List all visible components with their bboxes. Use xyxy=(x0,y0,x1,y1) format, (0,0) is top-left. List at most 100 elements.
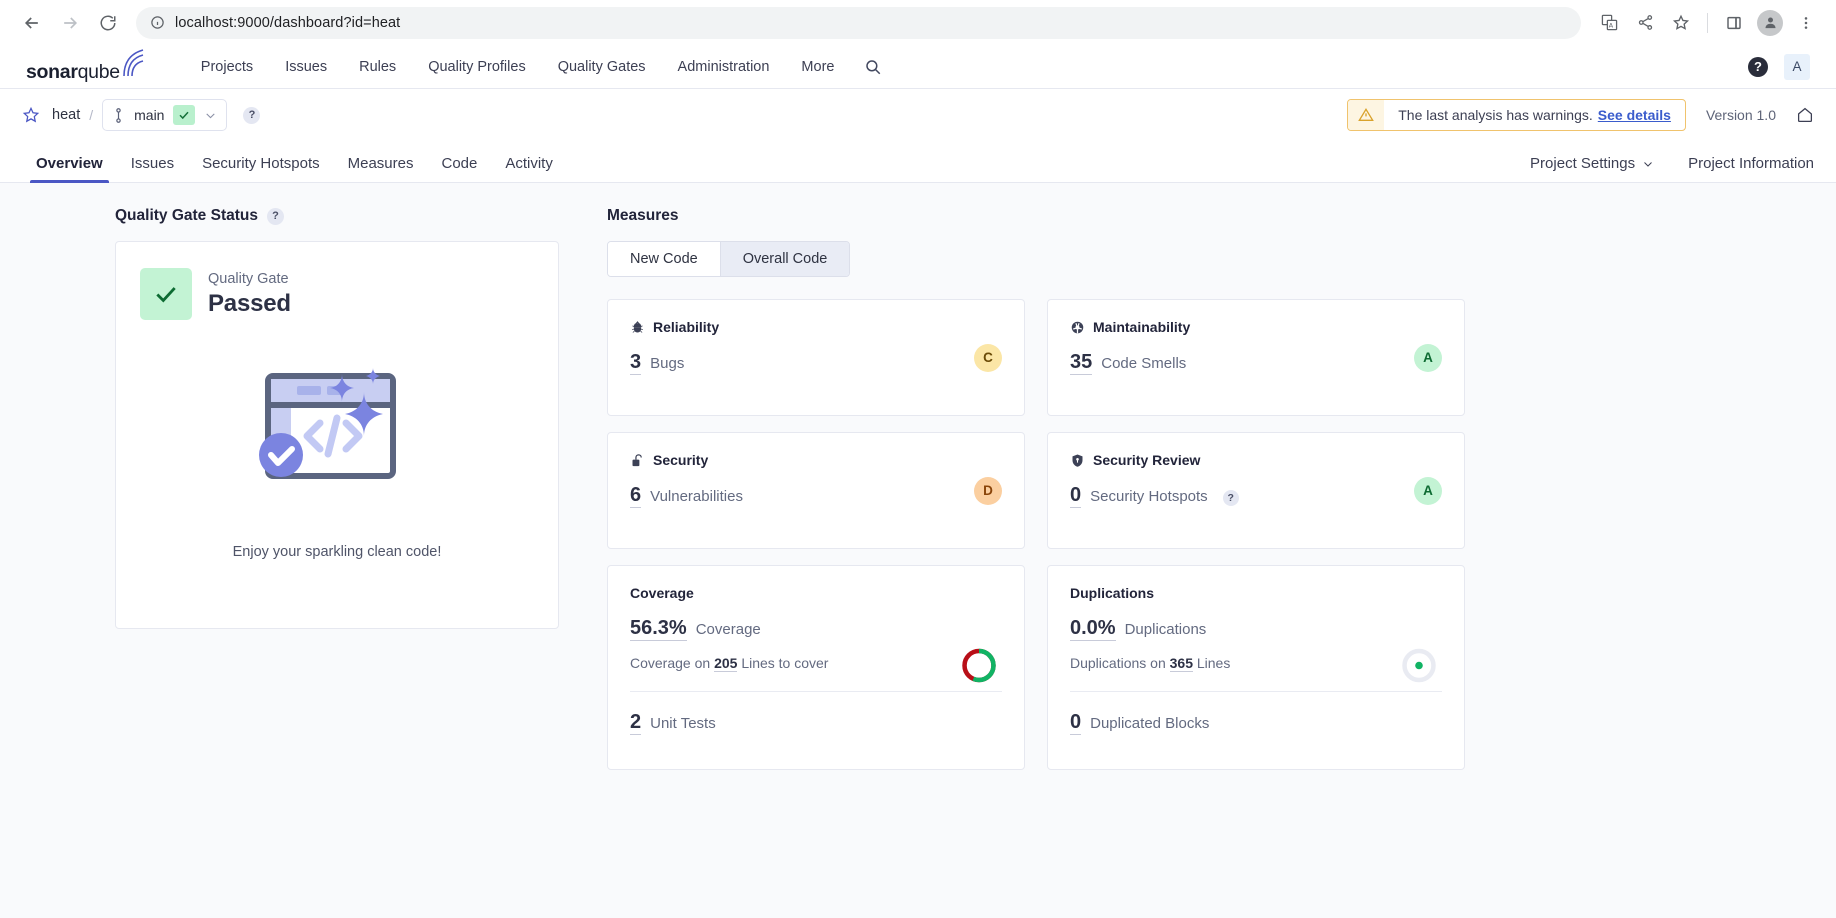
security-card[interactable]: Security 6 Vulnerabilities D xyxy=(607,432,1025,549)
bugs-label: Bugs xyxy=(650,355,684,372)
chevron-down-icon[interactable] xyxy=(204,109,217,122)
duplications-lines-sub: Duplications on 365 Lines xyxy=(1070,655,1442,671)
warning-message: The last analysis has warnings. xyxy=(1398,107,1593,123)
security-review-title: Security Review xyxy=(1070,452,1442,468)
nav-item-quality-gates[interactable]: Quality Gates xyxy=(542,45,662,89)
duplications-lines-count[interactable]: 365 xyxy=(1170,655,1193,672)
breadcrumb-separator: / xyxy=(89,107,93,123)
translate-icon[interactable]: A xyxy=(1593,7,1625,39)
global-nav-right: ? A xyxy=(1748,54,1810,80)
security-hotspots-help-icon[interactable]: ? xyxy=(1223,490,1239,506)
measures-section-title: Measures xyxy=(607,207,1814,225)
tab-code[interactable]: Code xyxy=(427,155,491,182)
project-information-link[interactable]: Project Information xyxy=(1688,155,1814,172)
favorite-star-icon[interactable] xyxy=(22,106,40,124)
branch-help-icon[interactable]: ? xyxy=(243,107,260,124)
measures-column: Measures New Code Overall Code Reliabili… xyxy=(602,207,1814,770)
unit-tests-label: Unit Tests xyxy=(650,715,716,732)
quality-gate-section-title: Quality Gate Status ? xyxy=(115,207,602,225)
security-review-title-text: Security Review xyxy=(1093,452,1200,468)
sonarqube-logo[interactable]: sonarqube xyxy=(26,49,147,84)
branch-selector[interactable]: main xyxy=(102,99,227,131)
quality-gate-column: Quality Gate Status ? Quality Gate Passe… xyxy=(22,207,602,770)
security-hotspots-count[interactable]: 0 xyxy=(1070,483,1081,508)
back-arrow-icon[interactable] xyxy=(14,5,50,41)
reliability-card[interactable]: Reliability 3 Bugs C xyxy=(607,299,1025,416)
warning-text-group: The last analysis has warnings. See deta… xyxy=(1384,100,1685,130)
help-icon[interactable]: ? xyxy=(1748,57,1768,77)
tab-bar-right: Project Settings Project Information xyxy=(1530,155,1814,182)
maintainability-title-text: Maintainability xyxy=(1093,319,1190,335)
duplications-percent[interactable]: 0.0% xyxy=(1070,616,1116,641)
nav-item-issues[interactable]: Issues xyxy=(269,45,343,89)
new-code-toggle-button[interactable]: New Code xyxy=(608,242,720,276)
branch-name: main xyxy=(134,107,164,123)
nav-item-quality-profiles[interactable]: Quality Profiles xyxy=(412,45,542,89)
branch-icon xyxy=(112,108,125,123)
maintainability-card[interactable]: Maintainability 35 Code Smells A xyxy=(1047,299,1465,416)
site-info-icon[interactable] xyxy=(150,15,165,30)
logo-thin-text: qube xyxy=(78,61,120,83)
bugs-count[interactable]: 3 xyxy=(630,350,641,375)
forward-arrow-icon[interactable] xyxy=(52,5,88,41)
tab-security-hotspots[interactable]: Security Hotspots xyxy=(188,155,334,182)
project-breadcrumb-bar: heat / main ? The last analysis has warn… xyxy=(0,89,1836,141)
unit-tests-count[interactable]: 2 xyxy=(630,710,641,735)
quality-gate-status-header: Quality Gate Passed xyxy=(140,268,534,320)
overview-page: Quality Gate Status ? Quality Gate Passe… xyxy=(0,183,1836,918)
maintainability-rating-badge: A xyxy=(1414,344,1442,372)
coverage-lines-sub: Coverage on 205 Lines to cover xyxy=(630,655,1002,671)
logo-bold-text: sonar xyxy=(26,61,78,83)
tab-issues[interactable]: Issues xyxy=(117,155,188,182)
code-smells-count[interactable]: 35 xyxy=(1070,350,1092,375)
security-review-card[interactable]: Security Review 0 Security Hotspots ? A xyxy=(1047,432,1465,549)
address-bar[interactable]: localhost:9000/dashboard?id=heat xyxy=(136,7,1581,39)
warning-triangle-icon xyxy=(1348,100,1384,130)
maintainability-value-row: 35 Code Smells xyxy=(1070,350,1442,375)
vulnerabilities-count[interactable]: 6 xyxy=(630,483,641,508)
quality-gate-status: Passed xyxy=(208,290,291,318)
three-dot-menu-icon[interactable] xyxy=(1790,7,1822,39)
browser-toolbar: localhost:9000/dashboard?id=heat A xyxy=(0,0,1836,45)
coverage-divider xyxy=(630,691,1002,692)
user-avatar[interactable]: A xyxy=(1784,54,1810,80)
profile-avatar-icon[interactable] xyxy=(1754,7,1786,39)
coverage-percent[interactable]: 56.3% xyxy=(630,616,687,641)
tab-overview[interactable]: Overview xyxy=(22,155,117,182)
nav-item-administration[interactable]: Administration xyxy=(662,45,786,89)
quality-gate-card: Quality Gate Passed xyxy=(115,241,559,629)
quality-gate-help-icon[interactable]: ? xyxy=(267,208,284,225)
url-text: localhost:9000/dashboard?id=heat xyxy=(175,15,400,31)
nav-item-projects[interactable]: Projects xyxy=(185,45,269,89)
tab-measures[interactable]: Measures xyxy=(334,155,428,182)
reliability-value-row: 3 Bugs xyxy=(630,350,1002,375)
share-icon[interactable] xyxy=(1629,7,1661,39)
duplications-divider xyxy=(1070,691,1442,692)
nav-item-rules[interactable]: Rules xyxy=(343,45,412,89)
sonarqube-global-nav: sonarqube Projects Issues Rules Quality … xyxy=(0,45,1836,89)
overview-columns: Quality Gate Status ? Quality Gate Passe… xyxy=(0,207,1836,770)
tab-activity[interactable]: Activity xyxy=(491,155,567,182)
analysis-warning-banner: The last analysis has warnings. See deta… xyxy=(1347,99,1686,131)
nav-item-more[interactable]: More xyxy=(785,45,850,89)
code-smell-icon xyxy=(1070,320,1085,335)
coverage-card[interactable]: Coverage 56.3% Coverage Coverage on 205 … xyxy=(607,565,1025,770)
project-tab-bar: Overview Issues Security Hotspots Measur… xyxy=(0,141,1836,183)
clean-code-illustration xyxy=(140,350,534,510)
reload-icon[interactable] xyxy=(90,5,126,41)
security-hotspots-label: Security Hotspots xyxy=(1090,488,1208,505)
security-rating-badge: D xyxy=(974,477,1002,505)
search-icon[interactable] xyxy=(864,58,882,76)
logo-wave-icon xyxy=(121,49,147,82)
duplications-card[interactable]: Duplications 0.0% Duplications Duplicati… xyxy=(1047,565,1465,770)
see-details-link[interactable]: See details xyxy=(1598,107,1671,123)
duplicated-blocks-count[interactable]: 0 xyxy=(1070,710,1081,735)
coverage-lines-count[interactable]: 205 xyxy=(714,655,737,672)
coverage-label: Coverage xyxy=(696,621,761,638)
breadcrumb-project-name[interactable]: heat xyxy=(52,107,80,123)
bookmark-star-icon[interactable] xyxy=(1665,7,1697,39)
project-settings-menu[interactable]: Project Settings xyxy=(1530,155,1654,172)
home-icon[interactable] xyxy=(1796,106,1814,124)
side-panel-icon[interactable] xyxy=(1718,7,1750,39)
overall-code-toggle-button[interactable]: Overall Code xyxy=(720,242,850,276)
